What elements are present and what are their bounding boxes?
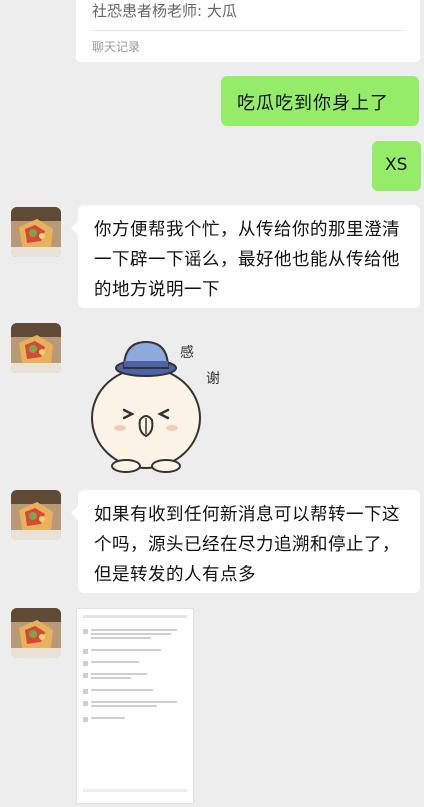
chat-record-card[interactable]: 社恐患者杨老师: 大瓜 聊天记录 (76, 0, 420, 62)
divider (92, 30, 404, 31)
chat-record-label: 聊天记录 (92, 40, 141, 54)
sticker-text: 感 (180, 345, 194, 361)
incoming-message-bubble[interactable]: 如果有收到任何新消息可以帮转一下这个吗，源头已经在尽力追溯和停止了，但是转发的人… (71, 490, 420, 593)
outgoing-message-bubble[interactable]: XS (372, 141, 421, 191)
outgoing-message-bubble[interactable]: 吃瓜吃到你身上了 (221, 76, 419, 126)
avatar[interactable] (11, 207, 61, 257)
avatar[interactable] (11, 608, 61, 658)
thank-you-sticker[interactable]: 感 谢 (84, 328, 234, 478)
message-text: 吃瓜吃到你身上了 (237, 93, 389, 114)
sticker-text: 谢 (206, 371, 220, 387)
message-text: XS (385, 155, 408, 175)
incoming-message-bubble[interactable]: 你方便帮我个忙，从传给你的那里澄清一下辟一下谣么，最好他也能从传给他的地方说明一… (71, 205, 420, 308)
avatar[interactable] (11, 490, 61, 540)
chat-screenshot-image[interactable] (76, 608, 194, 804)
chat-record-title: 社恐患者杨老师: 大瓜 (92, 2, 237, 20)
message-text: 你方便帮我个忙，从传给你的那里澄清一下辟一下谣么，最好他也能从传给他的地方说明一… (94, 220, 400, 300)
message-text: 如果有收到任何新消息可以帮转一下这个吗，源头已经在尽力追溯和停止了，但是转发的人… (94, 505, 400, 585)
avatar[interactable] (11, 323, 61, 373)
